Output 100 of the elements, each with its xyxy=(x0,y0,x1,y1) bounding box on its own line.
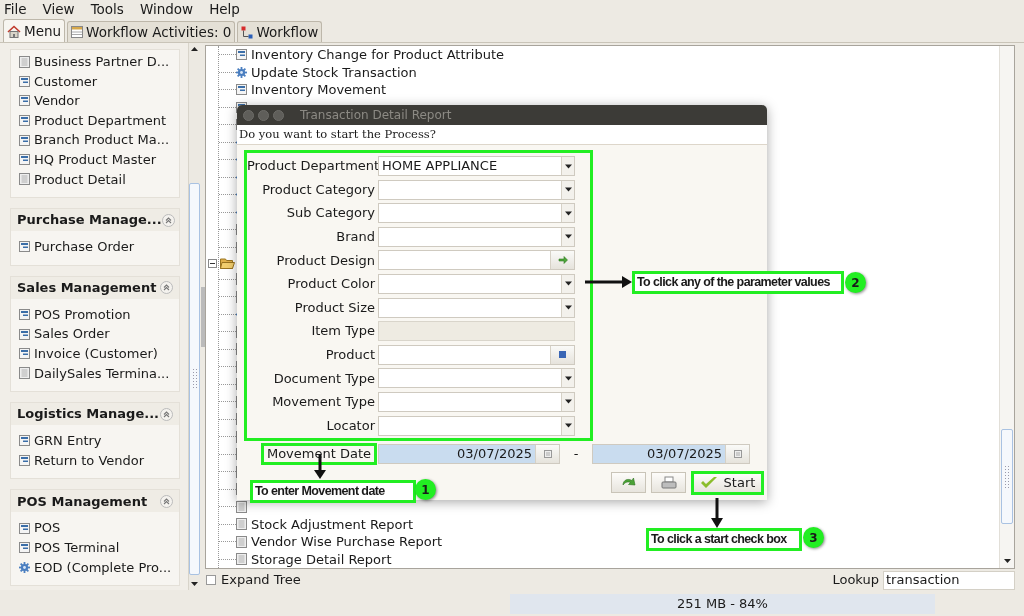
lookup-button[interactable] xyxy=(550,345,574,364)
field-label: Document Type xyxy=(272,369,376,388)
menu-item[interactable]: Product Detail xyxy=(11,169,179,190)
document-icon xyxy=(19,55,30,68)
tree-item[interactable]: Inventory Movement xyxy=(236,80,387,100)
window-icon xyxy=(19,241,30,253)
callout-text: To click a start check box xyxy=(646,528,802,551)
tree-item[interactable]: Vendor Wise Purchase Report xyxy=(236,532,443,552)
menu-item[interactable]: POS Promotion xyxy=(11,304,179,325)
menu-item[interactable]: Customer xyxy=(11,71,179,92)
callout-text: To click any of the parameter values xyxy=(632,271,844,294)
menu-item[interactable]: POS Terminal xyxy=(11,537,179,558)
menu-item[interactable]: GRN Entry xyxy=(11,431,179,451)
menu-item[interactable]: Window xyxy=(138,0,195,20)
lookup-field[interactable] xyxy=(378,344,575,365)
menu-item[interactable]: Purchase Order xyxy=(11,237,179,257)
tab[interactable]: Menu xyxy=(3,19,66,42)
dropdown-arrow-icon xyxy=(564,305,572,311)
scroll-up-icon[interactable] xyxy=(191,47,198,51)
tree-item[interactable]: Stock Adjustment Report xyxy=(236,514,413,534)
tab[interactable]: Workflow Activities: 0 xyxy=(67,21,236,42)
menu-item[interactable]: EOD (Complete Pro... xyxy=(11,557,179,578)
menu-item[interactable]: Product Department xyxy=(11,110,179,131)
range-separator: - xyxy=(572,444,580,463)
minimize-button[interactable] xyxy=(258,109,269,121)
combo-box[interactable]: HOME APPLIANCE xyxy=(378,156,575,176)
menu-item[interactable]: Sales Order xyxy=(11,324,179,344)
lookup-field[interactable] xyxy=(378,250,575,271)
dropdown-button[interactable] xyxy=(561,392,574,411)
dropdown-button[interactable] xyxy=(561,157,574,175)
scrollbar[interactable] xyxy=(999,46,1014,568)
date-field[interactable]: 03/07/2025 xyxy=(378,443,560,464)
dropdown-arrow-icon xyxy=(564,210,572,216)
window-icon xyxy=(19,348,30,360)
window-icon xyxy=(236,49,247,61)
dropdown-button[interactable] xyxy=(561,369,574,388)
collapse-icon[interactable] xyxy=(160,281,173,295)
calendar-icon xyxy=(733,449,742,458)
scroll-down-icon[interactable] xyxy=(1003,559,1011,563)
refresh-button[interactable] xyxy=(611,472,646,494)
start-button[interactable]: Start xyxy=(691,470,764,495)
field-label: Product xyxy=(324,346,376,364)
menu-item[interactable]: POS xyxy=(11,518,179,538)
menu-item[interactable]: View xyxy=(41,0,76,20)
lookup-label: Lookup xyxy=(832,571,879,590)
menu-item[interactable]: Help xyxy=(208,0,241,20)
maximize-button[interactable] xyxy=(273,109,284,121)
collapse-icon[interactable] xyxy=(161,213,175,227)
window-icon xyxy=(19,455,30,466)
window-title: Transaction Detail Report xyxy=(300,107,452,124)
scrollbar[interactable] xyxy=(188,43,200,590)
dropdown-arrow-icon xyxy=(564,187,572,193)
dropdown-button[interactable] xyxy=(561,416,574,435)
tree-item[interactable]: Inventory Change for Product Attribute xyxy=(236,45,505,65)
tree-item[interactable]: Update Stock Transaction xyxy=(236,62,417,82)
splitter-grip[interactable] xyxy=(200,286,205,347)
square-icon xyxy=(559,351,566,359)
dropdown-button[interactable] xyxy=(561,298,574,317)
menu-item[interactable]: Return to Vendor xyxy=(11,450,179,471)
scroll-down-icon[interactable] xyxy=(191,582,198,586)
window-icon xyxy=(19,154,30,166)
lookup-field[interactable]: transaction xyxy=(883,570,1015,590)
window-icon xyxy=(19,115,30,127)
calendar-icon xyxy=(543,449,552,458)
field-label: Movement Date xyxy=(260,442,377,465)
scrollbar-thumb[interactable] xyxy=(1001,429,1013,524)
close-button[interactable] xyxy=(243,109,254,121)
dropdown-arrow-icon xyxy=(564,281,572,287)
dropdown-button[interactable] xyxy=(561,180,574,199)
menu-item[interactable]: Tools xyxy=(89,0,125,20)
table-icon xyxy=(71,26,84,38)
window-icon xyxy=(19,95,30,107)
tab[interactable]: Workflow xyxy=(237,21,323,42)
calendar-button[interactable] xyxy=(725,444,749,463)
dropdown-button[interactable] xyxy=(561,274,574,293)
collapse-icon[interactable] xyxy=(160,494,173,508)
collapse-toggle-icon[interactable] xyxy=(208,258,217,268)
menu-item[interactable]: Vendor xyxy=(11,91,179,111)
section-title: Logistics Manage... xyxy=(17,405,160,424)
date-field[interactable]: 03/07/2025 xyxy=(592,443,750,464)
tree-item[interactable]: Storage Detail Report xyxy=(236,549,392,569)
menu-item[interactable]: Business Partner D... xyxy=(11,52,179,72)
menu-item[interactable]: Branch Product Ma... xyxy=(11,130,179,150)
calendar-button[interactable] xyxy=(535,444,559,463)
dropdown-arrow-icon xyxy=(564,423,572,429)
menu-item[interactable]: File xyxy=(3,0,28,20)
menu-item[interactable]: Invoice (Customer) xyxy=(11,343,179,364)
checkmark-icon xyxy=(699,476,718,490)
field-label: Product Color xyxy=(286,275,376,294)
dropdown-button[interactable] xyxy=(561,227,574,246)
dropdown-button[interactable] xyxy=(561,204,574,223)
menu-item[interactable]: HQ Product Master xyxy=(11,149,179,170)
expand-tree-checkbox[interactable]: Expand Tree xyxy=(205,570,301,590)
section-title: POS Management xyxy=(17,492,148,511)
print-button[interactable] xyxy=(651,472,686,494)
document-icon xyxy=(236,535,247,548)
scrollbar-thumb[interactable] xyxy=(189,183,200,575)
window-icon xyxy=(19,309,30,321)
menu-item[interactable]: DailySales Termina... xyxy=(11,363,179,384)
collapse-icon[interactable] xyxy=(160,407,173,421)
